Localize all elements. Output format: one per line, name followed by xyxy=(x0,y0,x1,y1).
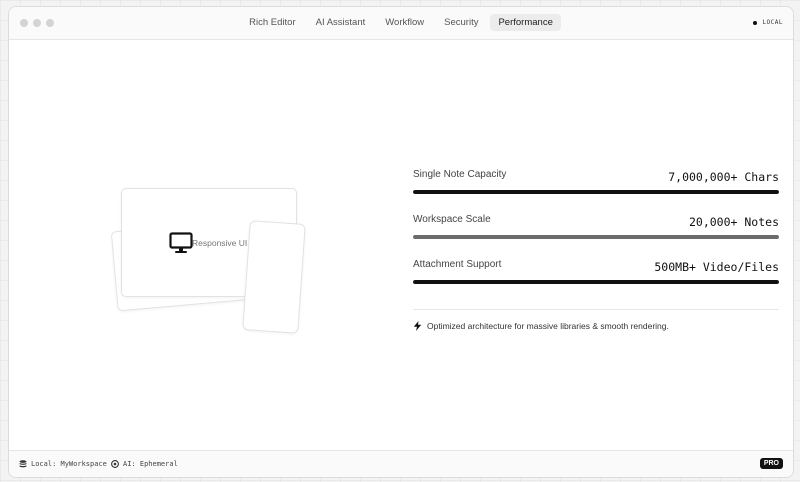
phone-card xyxy=(242,220,306,334)
ai-mode-indicator[interactable]: AI: Ephemeral xyxy=(111,460,178,468)
pro-badge[interactable]: PRO xyxy=(759,458,783,469)
progress-fill xyxy=(413,235,779,239)
metric-label: Attachment Support xyxy=(413,259,502,270)
status-footer: Local: MyWorkspace AI: Ephemeral PRO xyxy=(9,450,793,477)
app-window: Rich Editor AI Assistant Workflow Securi… xyxy=(8,6,794,478)
tab-bar: Rich Editor AI Assistant Workflow Securi… xyxy=(9,14,793,31)
metric-value: 20,000+ Notes xyxy=(688,215,779,229)
metric-attachment-support: Attachment Support 500MB+ Video/Files xyxy=(413,259,779,304)
metric-label: Single Note Capacity xyxy=(413,169,507,180)
progress-fill xyxy=(413,280,779,284)
metric-label: Workspace Scale xyxy=(413,214,491,225)
bolt-icon xyxy=(413,321,422,331)
metrics-list: Single Note Capacity 7,000,000+ Chars Wo… xyxy=(413,169,779,304)
ai-chip-icon xyxy=(111,460,119,468)
workspace-label: Local: MyWorkspace xyxy=(31,460,107,468)
tab-performance[interactable]: Performance xyxy=(490,14,561,31)
progress-bar xyxy=(413,190,779,194)
ai-mode-label: AI: Ephemeral xyxy=(123,460,178,468)
progress-bar xyxy=(413,280,779,284)
progress-fill xyxy=(413,190,779,194)
metric-workspace-scale: Workspace Scale 20,000+ Notes xyxy=(413,214,779,259)
tab-ai-assistant[interactable]: AI Assistant xyxy=(308,14,374,31)
tab-workflow[interactable]: Workflow xyxy=(377,14,432,31)
metric-value: 500MB+ Video/Files xyxy=(654,260,779,274)
status-label: LOCAL xyxy=(762,19,783,26)
metric-value: 7,000,000+ Chars xyxy=(668,170,779,184)
status-indicator: LOCAL xyxy=(753,19,783,26)
illustration-label: Responsive UI xyxy=(192,237,248,248)
status-dot-icon xyxy=(753,20,758,25)
workspace-indicator[interactable]: Local: MyWorkspace xyxy=(19,460,107,468)
tab-rich-editor[interactable]: Rich Editor xyxy=(241,14,303,31)
performance-note: Optimized architecture for massive libra… xyxy=(413,321,669,331)
note-text: Optimized architecture for massive libra… xyxy=(427,321,669,331)
device-illustration: Responsive UI xyxy=(104,185,314,345)
monitor-icon xyxy=(169,231,193,253)
divider xyxy=(413,309,779,310)
database-icon xyxy=(19,460,27,468)
metric-single-note-capacity: Single Note Capacity 7,000,000+ Chars xyxy=(413,169,779,214)
title-bar: Rich Editor AI Assistant Workflow Securi… xyxy=(9,7,793,40)
progress-bar xyxy=(413,235,779,239)
tab-security[interactable]: Security xyxy=(436,14,486,31)
